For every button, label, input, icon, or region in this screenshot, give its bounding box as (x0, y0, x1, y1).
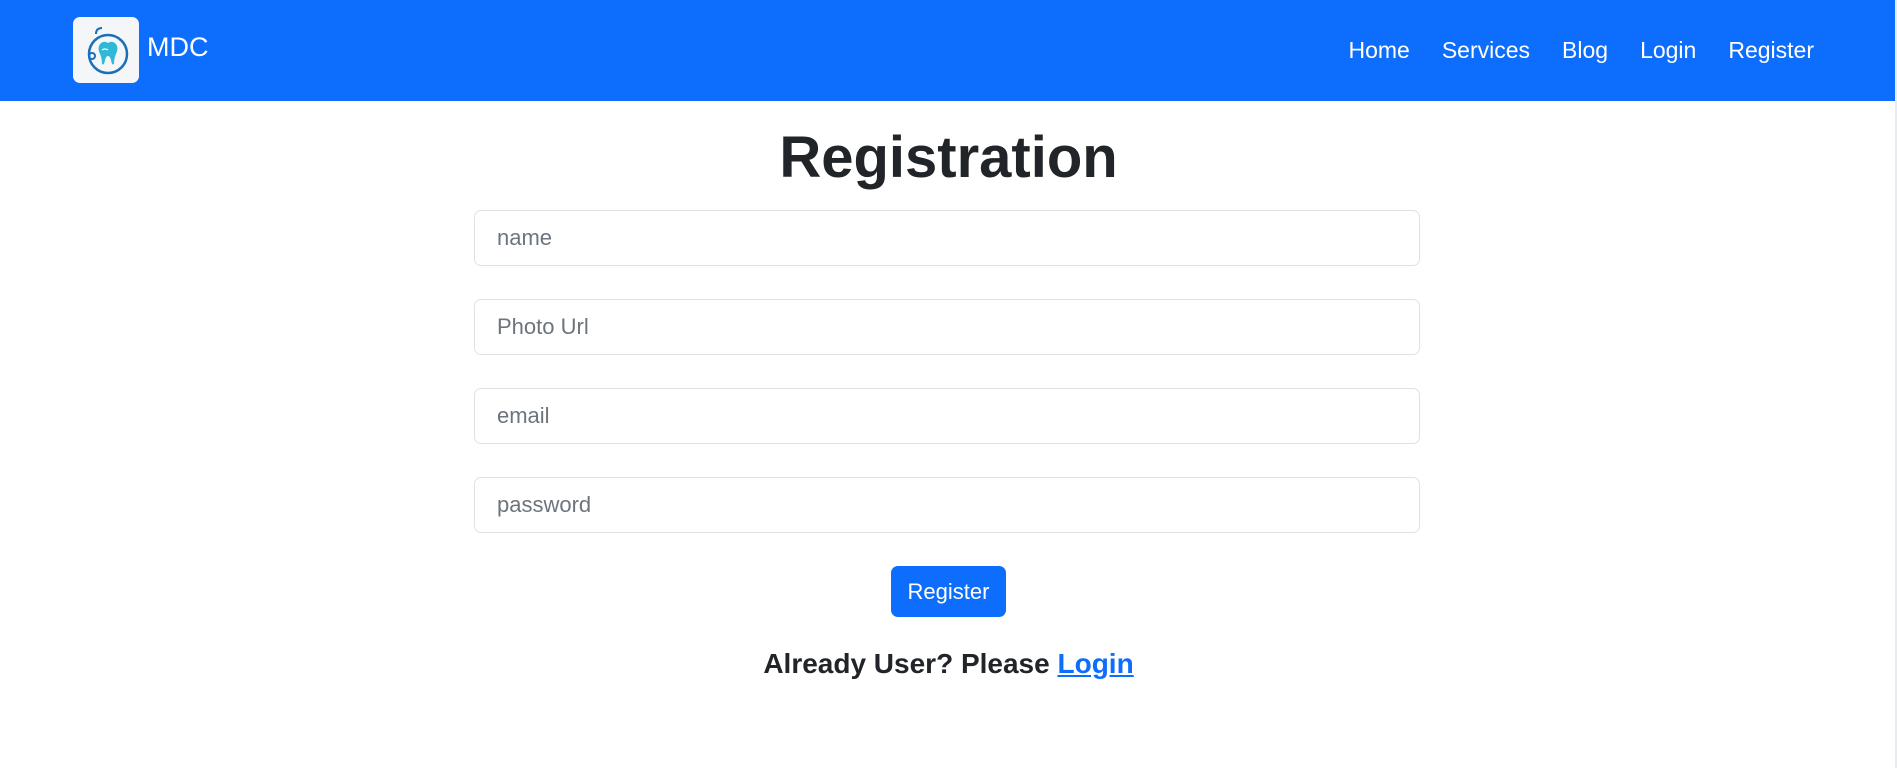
nav-link-services[interactable]: Services (1426, 37, 1546, 64)
login-link[interactable]: Login (1057, 648, 1133, 679)
register-button[interactable]: Register (890, 566, 1007, 617)
nav-link-blog[interactable]: Blog (1546, 37, 1624, 64)
brand-name: MDC (147, 31, 209, 62)
name-input[interactable] (474, 210, 1420, 266)
photo-url-input[interactable] (474, 299, 1420, 355)
brand-link[interactable]: MDC (73, 17, 209, 83)
submit-row: Register (0, 566, 1897, 617)
registration-form (474, 210, 1420, 566)
password-input[interactable] (474, 477, 1420, 533)
navbar: MDC Home Services Blog Login Register (0, 0, 1897, 101)
email-input[interactable] (474, 388, 1420, 444)
nav-link-register[interactable]: Register (1712, 37, 1814, 64)
nav-link-home[interactable]: Home (1332, 37, 1425, 64)
login-prompt-text: Already User? Please (763, 648, 1050, 679)
page-title: Registration (779, 125, 1118, 190)
login-prompt: Already User? Please Login (0, 648, 1897, 680)
nav-links: Home Services Blog Login Register (1332, 0, 1814, 101)
nav-link-login[interactable]: Login (1624, 37, 1712, 64)
tooth-stethoscope-logo-icon (73, 17, 139, 83)
